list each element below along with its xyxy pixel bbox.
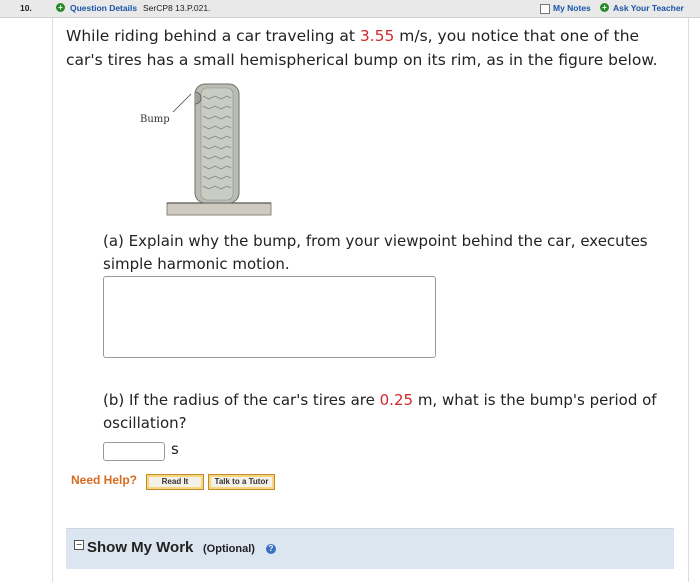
part-b-unit: s — [171, 440, 179, 458]
bump-label: Bump — [140, 114, 170, 125]
tire-figure — [166, 83, 272, 216]
show-work-title[interactable]: Show My Work — [87, 539, 193, 556]
show-work-panel: − Show My Work (Optional) ? — [66, 528, 674, 569]
collapse-icon[interactable]: − — [74, 540, 84, 550]
part-b-answer-input[interactable] — [103, 442, 165, 461]
part-b-text-part: (b) If the radius of the car's tires are — [103, 391, 380, 409]
question-number: 10. — [20, 3, 32, 13]
tire-tread — [200, 87, 234, 201]
radius-value: 0.25 — [379, 391, 414, 409]
help-circle-icon[interactable]: ? — [266, 544, 276, 554]
speed-value: 3.55 — [359, 27, 395, 45]
need-help-label: Need Help? — [71, 473, 138, 487]
ask-teacher-link[interactable]: Ask Your Teacher — [613, 3, 684, 13]
talk-to-tutor-button[interactable]: Talk to a Tutor — [208, 474, 275, 490]
question-text: While riding behind a car traveling at 3… — [66, 24, 676, 72]
question-text-part: While riding behind a car traveling at — [66, 27, 360, 45]
checkbox-icon[interactable] — [540, 4, 550, 14]
part-a-answer-textarea[interactable] — [103, 276, 436, 358]
question-details-link[interactable]: Question Details — [70, 3, 137, 13]
plus-circle-icon[interactable]: + — [600, 3, 609, 12]
read-it-button[interactable]: Read It — [146, 474, 204, 490]
question-header: 10. + Question Details SerCP8 13.P.021. … — [0, 0, 700, 18]
content-border-left — [52, 18, 53, 582]
my-notes-link[interactable]: My Notes — [553, 3, 591, 13]
part-a-text: (a) Explain why the bump, from your view… — [103, 232, 648, 273]
plus-circle-icon[interactable]: + — [56, 3, 65, 12]
content-border-right — [688, 18, 689, 582]
ground — [166, 202, 272, 216]
problem-code: SerCP8 13.P.021. — [143, 3, 211, 13]
part-b-text: (b) If the radius of the car's tires are… — [103, 389, 683, 435]
bump-pointer — [172, 93, 192, 113]
show-work-optional-label: (Optional) — [203, 543, 255, 555]
